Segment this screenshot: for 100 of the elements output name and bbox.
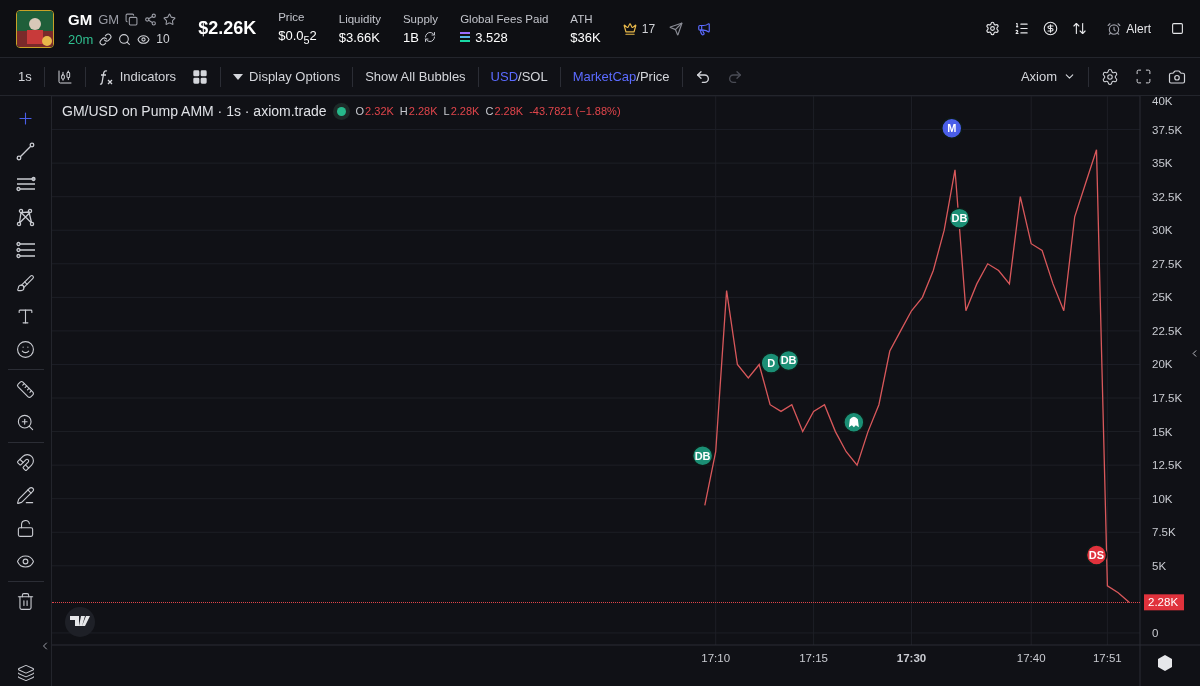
eye-icon	[16, 552, 35, 571]
sort-icon[interactable]	[1072, 21, 1088, 36]
display-options-button[interactable]: Display Options	[225, 65, 349, 88]
copy-icon[interactable]	[125, 12, 139, 26]
axis-tick-label: 7.5K	[1152, 526, 1176, 539]
stat-value: $36K	[570, 29, 601, 45]
show-bubbles-button[interactable]: Show All Bubbles	[357, 65, 474, 88]
stat-label: Price	[278, 11, 306, 24]
grid-icon	[192, 68, 209, 85]
stat-value: $0.0$_{5}$2	[278, 28, 317, 46]
settings-icon[interactable]	[985, 21, 1001, 36]
trend-line-icon	[16, 142, 35, 161]
function-icon	[97, 68, 114, 85]
unit-toggle[interactable]: USD/SOL	[482, 65, 556, 88]
axis-tick-label: 35K	[1152, 157, 1173, 170]
trade-bubble[interactable]	[843, 411, 865, 433]
hexagon-icon[interactable]	[1158, 655, 1172, 671]
axis-tick-label: 40K	[1152, 96, 1173, 107]
candlestick-icon	[56, 68, 73, 85]
interval-button[interactable]: 1s	[10, 65, 40, 88]
stat-label: ATH	[570, 12, 594, 25]
ohlc-key: L	[443, 105, 450, 117]
stat-value: $3.66K	[338, 29, 380, 45]
axis-tick-label: 25K	[1152, 291, 1173, 304]
alert-button[interactable]: Alert	[1101, 17, 1157, 40]
fib-levels-icon	[15, 241, 36, 260]
trade-bubble[interactable]: M	[941, 117, 963, 139]
trade-bubble[interactable]: DB	[948, 207, 971, 229]
redo-icon	[726, 68, 743, 85]
megaphone-icon[interactable]	[697, 21, 712, 36]
ruler-icon	[16, 380, 35, 399]
camera-icon	[1168, 67, 1186, 86]
stacked-bars-icon	[460, 32, 471, 42]
link-icon[interactable]	[99, 32, 113, 46]
price-change: -43.7821 (−1.88%)	[529, 105, 621, 117]
trade-bubble[interactable]: D	[760, 352, 782, 374]
axis-tick-label: 17:30	[896, 652, 927, 664]
ohlc-key: C	[485, 105, 494, 117]
trade-bubble[interactable]: DB	[777, 349, 800, 372]
coin-icon[interactable]	[1043, 21, 1059, 36]
rank-count: 17	[641, 21, 656, 36]
search-icon[interactable]	[118, 32, 132, 46]
chart-style-dropdown[interactable]: Axiom	[1012, 65, 1084, 88]
token-symbol: GM	[68, 10, 93, 28]
list-icon[interactable]	[1014, 21, 1030, 36]
share-icon[interactable]	[144, 12, 158, 26]
ohlc-value: 2.28K	[494, 105, 524, 117]
smiley-icon	[16, 340, 35, 359]
axis-tick-label: 12.5K	[1152, 459, 1183, 472]
trade-bubble[interactable]: DB	[691, 445, 714, 467]
trade-bubble[interactable]: DS	[1085, 544, 1108, 566]
axis-tick-label: 17:51	[1092, 652, 1122, 664]
panel-icon[interactable]	[1171, 22, 1184, 35]
pattern-icon	[16, 208, 35, 227]
axis-tick-label: 37.5K	[1152, 123, 1183, 136]
unlock-icon	[16, 519, 35, 538]
caret-icon	[233, 73, 244, 80]
last-price-tag: 2.28K	[1144, 594, 1184, 611]
axis-tick-label: 5K	[1152, 559, 1167, 572]
ohlc-key: O	[355, 105, 365, 117]
magnet-icon	[16, 453, 35, 472]
send-icon[interactable]	[669, 21, 684, 36]
eye-icon	[137, 32, 151, 46]
settings-icon	[1101, 67, 1119, 86]
axis-tick-label: 17:15	[799, 652, 828, 664]
status-dot	[336, 106, 346, 116]
axis-tick-label: 27.5K	[1152, 257, 1183, 270]
trash-icon	[16, 592, 35, 611]
token-age: 20m	[68, 31, 94, 47]
axis-tick-label: 30K	[1152, 224, 1173, 237]
pencil-icon	[16, 486, 35, 505]
stat-value: 3.528	[475, 29, 508, 45]
axis-tick-label: 17:40	[1016, 652, 1046, 664]
crosshair-icon	[16, 109, 35, 128]
axis-tick-label: 0	[1152, 626, 1159, 639]
crown-icon	[622, 21, 637, 36]
axis-tick-label: 20K	[1152, 358, 1173, 371]
star-icon[interactable]	[163, 12, 177, 26]
axis-tick-label: 15K	[1152, 425, 1173, 438]
ohlc-key: H	[399, 105, 408, 117]
ohlc-value: 2.28K	[450, 105, 480, 117]
stat-label: Liquidity	[338, 12, 381, 25]
layers-icon[interactable]	[16, 664, 35, 682]
brush-icon	[16, 274, 35, 293]
axis-tick-label: 17:10	[701, 652, 731, 664]
token-name: GM	[98, 11, 120, 27]
stat-value: 1B	[402, 29, 419, 45]
watcher-count: 10	[156, 32, 170, 46]
refresh-icon[interactable]	[423, 31, 436, 43]
ohlc-value: 2.28K	[408, 105, 438, 117]
stat-label: Global Fees Paid	[460, 12, 549, 25]
ohlc-value: 2.32K	[365, 105, 394, 117]
zoom-in-icon	[16, 413, 35, 432]
fullscreen-icon	[1135, 68, 1152, 85]
market-cap: $2.26K	[198, 18, 257, 39]
parallel-lines-icon	[15, 175, 36, 194]
chart-title: GM/USD on Pump AMM · 1s · axiom.trade	[62, 103, 327, 119]
unit-toggle[interactable]: MarketCap/Price	[564, 65, 678, 88]
indicators-button[interactable]: Indicators	[89, 64, 185, 89]
undo-icon	[694, 68, 711, 85]
